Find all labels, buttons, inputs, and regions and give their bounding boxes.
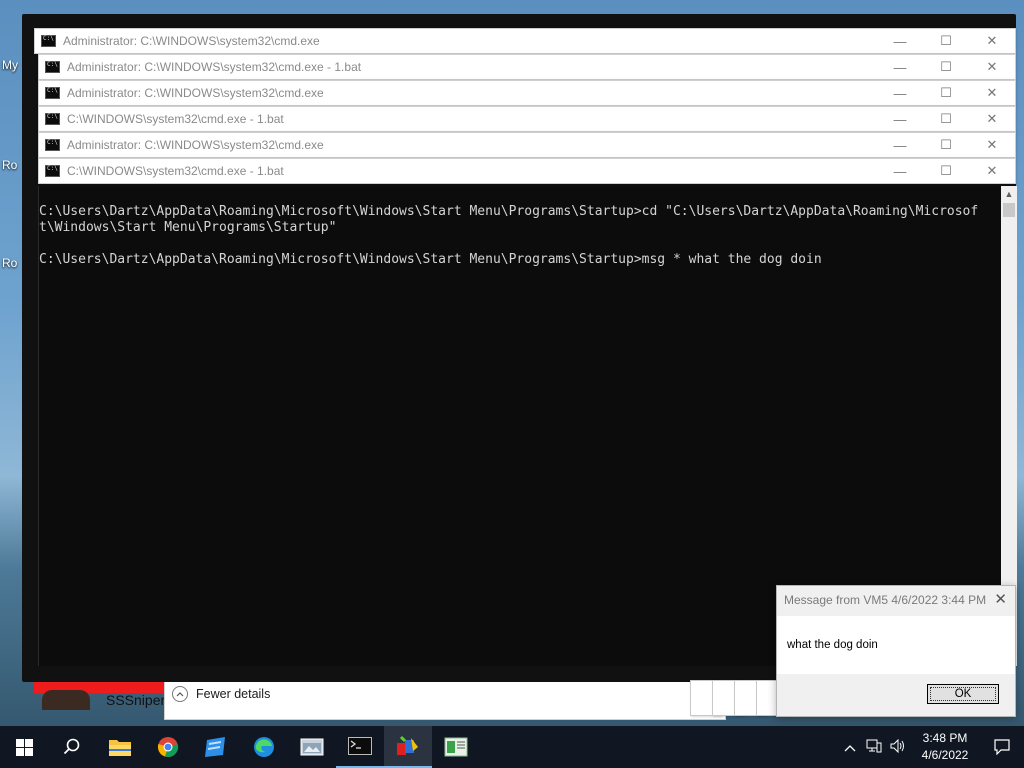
minimize-button[interactable]: — xyxy=(877,60,923,75)
cmd-window-title-bar[interactable]: C:\WINDOWS\system32\cmd.exe - 1.bat — ☐ … xyxy=(38,106,1016,132)
paint-icon xyxy=(397,735,418,755)
file-explorer-icon xyxy=(109,740,131,756)
desktop-icon-label[interactable]: My xyxy=(2,58,18,72)
desktop-icon-label[interactable]: Ro xyxy=(2,256,17,270)
close-button[interactable]: ✕ xyxy=(969,33,1015,49)
window-title: Administrator: C:\WINDOWS\system32\cmd.e… xyxy=(67,86,324,100)
app-window-icon xyxy=(300,738,324,756)
close-button[interactable]: ✕ xyxy=(969,163,1015,179)
system-tray: 3:48 PM 4/6/2022 xyxy=(838,726,1024,768)
minimize-button[interactable]: — xyxy=(877,164,923,179)
minimize-button[interactable]: — xyxy=(877,112,923,127)
window-title: Administrator: C:\WINDOWS\system32\cmd.e… xyxy=(67,60,362,74)
message-dialog: Message from VM5 4/6/2022 3:44 PM ✕ what… xyxy=(776,585,1016,717)
volume-icon[interactable] xyxy=(886,738,910,756)
minimize-button[interactable]: — xyxy=(877,34,923,49)
notification-button[interactable] xyxy=(980,726,1024,768)
maximize-button[interactable]: ☐ xyxy=(923,59,969,75)
cmd-window-title-bar-active[interactable]: C:\WINDOWS\system32\cmd.exe - 1.bat — ☐ … xyxy=(38,158,1016,184)
notification-icon xyxy=(994,739,1010,755)
fewer-details-button[interactable]: Fewer details xyxy=(172,686,270,702)
message-body: what the dog doin xyxy=(777,616,1015,674)
taskbar-edge[interactable] xyxy=(240,726,288,768)
close-icon[interactable]: ✕ xyxy=(994,590,1007,608)
close-button[interactable]: ✕ xyxy=(969,59,1015,75)
clock-time: 3:48 PM xyxy=(922,731,968,745)
start-button[interactable] xyxy=(0,726,48,768)
minimize-button[interactable]: — xyxy=(877,86,923,101)
maximize-button[interactable]: ☐ xyxy=(923,85,969,101)
maximize-button[interactable]: ☐ xyxy=(923,163,969,179)
console-line: C:\Users\Dartz\AppData\Roaming\Microsoft… xyxy=(39,204,979,219)
close-button[interactable]: ✕ xyxy=(969,85,1015,101)
network-icon[interactable] xyxy=(862,739,886,756)
taskbar: 3:48 PM 4/6/2022 xyxy=(0,726,1024,768)
console-line: C:\Users\Dartz\AppData\Roaming\Microsoft… xyxy=(39,252,822,267)
search-button[interactable] xyxy=(48,726,96,768)
search-icon xyxy=(63,738,80,755)
maximize-button[interactable]: ☐ xyxy=(923,137,969,153)
console-line: t\Windows\Start Menu\Programs\Startup" xyxy=(39,220,337,235)
taskbar-file-explorer[interactable] xyxy=(96,726,144,768)
taskbar-app-window[interactable] xyxy=(288,726,336,768)
cmd-icon xyxy=(41,35,56,47)
cmd-icon xyxy=(45,165,60,177)
taskbar-chrome[interactable] xyxy=(144,726,192,768)
maximize-button[interactable]: ☐ xyxy=(923,111,969,127)
minimize-button[interactable]: — xyxy=(877,138,923,153)
app-blue-icon xyxy=(205,737,225,757)
app-green-icon xyxy=(444,737,468,757)
message-text: what the dog doin xyxy=(787,639,878,651)
cmd-icon xyxy=(45,61,60,73)
cmd-icon xyxy=(348,737,372,755)
scrollbar-thumb[interactable] xyxy=(1003,203,1015,217)
cmd-icon xyxy=(45,87,60,99)
close-button[interactable]: ✕ xyxy=(969,111,1015,127)
cmd-icon xyxy=(45,139,60,151)
edge-icon xyxy=(254,737,274,757)
window-title: C:\WINDOWS\system32\cmd.exe - 1.bat xyxy=(67,164,284,178)
message-dialog-title: Message from VM5 4/6/2022 3:44 PM xyxy=(784,593,987,607)
maximize-button[interactable]: ☐ xyxy=(923,33,969,49)
cmd-window-title-bar[interactable]: Administrator: C:\WINDOWS\system32\cmd.e… xyxy=(38,54,1016,80)
fewer-details-label: Fewer details xyxy=(196,687,271,701)
chrome-icon xyxy=(157,737,179,757)
ok-button[interactable]: OK xyxy=(927,684,999,704)
cmd-window-title-bar[interactable]: Administrator: C:\WINDOWS\system32\cmd.e… xyxy=(38,132,1016,158)
console-text: C:\Users\Dartz\AppData\Roaming\Microsoft… xyxy=(39,204,1001,268)
cmd-window-title-bar[interactable]: Administrator: C:\WINDOWS\system32\cmd.e… xyxy=(34,28,1016,54)
clock-date: 4/6/2022 xyxy=(921,748,969,762)
chevron-up-icon xyxy=(172,686,188,702)
taskbar-app-green[interactable] xyxy=(432,726,480,768)
taskbar-app-blue[interactable] xyxy=(192,726,240,768)
cmd-icon xyxy=(45,113,60,125)
taskbar-paint[interactable] xyxy=(384,726,432,768)
close-button[interactable]: ✕ xyxy=(969,137,1015,153)
background-user-name: SSSniper xyxy=(106,692,166,708)
window-title: Administrator: C:\WINDOWS\system32\cmd.e… xyxy=(67,138,324,152)
clock[interactable]: 3:48 PM 4/6/2022 xyxy=(910,730,980,764)
desktop-icon-label[interactable]: Ro xyxy=(2,158,17,172)
start-icon xyxy=(15,738,33,756)
cmd-window-title-bar[interactable]: Administrator: C:\WINDOWS\system32\cmd.e… xyxy=(38,80,1016,106)
window-title: Administrator: C:\WINDOWS\system32\cmd.e… xyxy=(63,34,320,48)
chevron-up-icon[interactable] xyxy=(838,740,862,755)
window-title: C:\WINDOWS\system32\cmd.exe - 1.bat xyxy=(67,112,284,126)
scroll-up-arrow-icon[interactable]: ▲ xyxy=(1001,186,1017,202)
avatar xyxy=(42,690,90,710)
taskbar-cmd[interactable] xyxy=(336,726,384,768)
